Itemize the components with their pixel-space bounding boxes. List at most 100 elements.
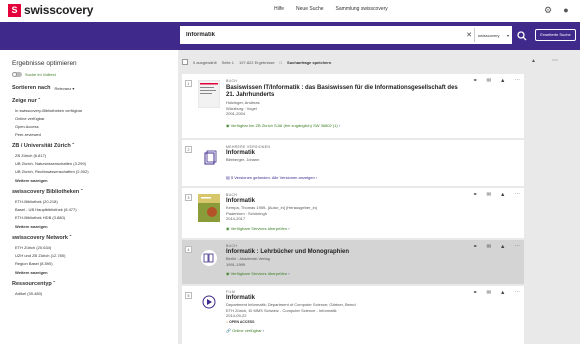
result-title[interactable]: Informatik bbox=[226, 198, 461, 205]
facet-heading-libraries[interactable]: swisscovery Bibliotheken ˆ bbox=[12, 189, 178, 195]
result-card[interactable]: 2 MEHRERE VERSIONEN Informatik Blieberge… bbox=[182, 140, 524, 186]
availability-link[interactable]: 🔗 Online verfügbar › bbox=[226, 328, 264, 333]
select-all-checkbox[interactable] bbox=[182, 59, 188, 65]
facet-item[interactable]: Online verfügbar bbox=[15, 115, 178, 123]
result-title[interactable]: Basiswissen IT/Informatik : das Basiswis… bbox=[226, 85, 461, 99]
link-icon[interactable]: ⚭ bbox=[473, 78, 478, 84]
result-type: FILM bbox=[226, 290, 236, 294]
facet-heading-resource-type[interactable]: Ressourcentyp ˆ bbox=[12, 281, 178, 287]
search-input[interactable] bbox=[180, 26, 464, 44]
result-title[interactable]: Informatik bbox=[226, 150, 461, 157]
email-icon[interactable]: ✉ bbox=[486, 290, 491, 296]
result-number[interactable]: 3 bbox=[185, 194, 192, 201]
more-options-icon[interactable]: ⋯ bbox=[515, 244, 521, 250]
link-icon[interactable]: ⚭ bbox=[473, 290, 478, 296]
facet-item[interactable]: ETH-Bibliothek (20.218) bbox=[15, 198, 178, 206]
result-card[interactable]: 3 BUCH Informatik Kempa, Thomas 1959- [A… bbox=[182, 188, 524, 238]
link-icon[interactable]: ⚭ bbox=[473, 192, 478, 198]
top-bar: S swisscovery Hilfe Neue Suche Sammlung … bbox=[0, 0, 580, 22]
book-cover-thumbnail bbox=[198, 80, 220, 108]
results-count: 197.822 Ergebnisse bbox=[239, 59, 275, 65]
collection-link[interactable]: Sammlung swisscovery bbox=[336, 6, 388, 12]
show-more-link[interactable]: Weitere anzeigen bbox=[15, 268, 178, 277]
facet-item[interactable]: UB Zürich, Naturwissenschaften (3.299) bbox=[15, 160, 178, 168]
open-access-badge: ○ OPEN ACCESS bbox=[226, 320, 254, 324]
result-year: 1991-1999 bbox=[226, 261, 246, 267]
user-icon[interactable]: ● bbox=[560, 4, 572, 16]
result-card[interactable]: 5 FILM Informatik Department Informatik;… bbox=[182, 286, 524, 344]
result-title[interactable]: Informatik bbox=[226, 295, 461, 302]
facet-item[interactable]: UB Zürich, Rechtswissenschaften (2.002) bbox=[15, 168, 178, 176]
result-card[interactable]: 1 BUCH Basiswissen IT/Informatik : das B… bbox=[182, 74, 524, 138]
facet-item[interactable]: ETH-Bibliothek HDB (3.880) bbox=[15, 214, 178, 222]
more-options-icon[interactable]: ⋯ bbox=[552, 57, 558, 64]
clear-icon[interactable]: ✕ bbox=[464, 31, 474, 39]
facet-item[interactable]: Region Basel (8.590) bbox=[15, 260, 178, 268]
chevron-right-icon: › bbox=[288, 226, 290, 231]
more-options-icon[interactable]: ⋯ bbox=[515, 78, 521, 84]
availability-link[interactable]: ◉ Verfügbare Services überprüfen › bbox=[226, 226, 290, 231]
result-number[interactable]: 2 bbox=[185, 146, 192, 153]
toggle-switch[interactable] bbox=[12, 72, 22, 77]
facet-item[interactable]: UZH und ZB Zürich (12.780) bbox=[15, 252, 178, 260]
link-icon[interactable]: ⚭ bbox=[473, 244, 478, 250]
facet-item[interactable]: ZB Zürich (6.817) bbox=[15, 152, 178, 160]
facet-item[interactable]: Basel - UB Hauptbibliothek (8.477) bbox=[15, 206, 178, 214]
search-button[interactable] bbox=[514, 26, 530, 44]
save-search-link[interactable]: Suchanfrage speichern bbox=[287, 60, 331, 65]
fulltext-toggle[interactable]: Suche im Volltext bbox=[12, 72, 178, 77]
pin-icon[interactable]: ▲ bbox=[500, 192, 505, 198]
pin-icon[interactable]: ▲ bbox=[531, 58, 536, 64]
sidebar-title: Ergebnisse optimieren bbox=[12, 60, 77, 67]
facet-heading-zb-uzh[interactable]: ZB / Universität Zürich ˆ bbox=[12, 143, 178, 149]
results-header: 0 ausgewählt Seite 1 197.822 Ergebnisse … bbox=[182, 56, 528, 68]
versions-link[interactable]: ▤ 5 Versionen gefunden. Alle Versionen a… bbox=[226, 175, 317, 180]
email-icon[interactable]: ✉ bbox=[486, 192, 491, 198]
availability-link[interactable]: ◉ Verfügbare Services überprüfen › bbox=[226, 271, 290, 276]
new-search-link[interactable]: Neue Suche bbox=[296, 6, 324, 12]
pin-icon[interactable]: ▲ bbox=[500, 244, 505, 250]
facet-item[interactable]: Artikel (39.480) bbox=[15, 290, 178, 298]
chevron-right-icon: › bbox=[338, 123, 341, 128]
result-number[interactable]: 5 bbox=[185, 292, 192, 299]
result-meta: Blieberger, Johann bbox=[226, 157, 466, 163]
facet-heading-network[interactable]: swisscovery Network ˆ bbox=[12, 235, 178, 241]
facet-item[interactable]: Open Access bbox=[15, 123, 178, 131]
facet-heading-label: Zeige nur bbox=[12, 98, 37, 104]
chevron-right-icon: › bbox=[315, 175, 318, 180]
result-meta: Holzinger, Andreas Würzburg : Vogel 2001… bbox=[226, 100, 466, 117]
advanced-search-button[interactable]: Erweiterte Suche bbox=[535, 29, 576, 41]
pin-icon[interactable]: ▲ bbox=[500, 78, 505, 84]
result-title[interactable]: Informatik : Lehrbücher und Monographien bbox=[226, 249, 461, 256]
logo[interactable]: S swisscovery bbox=[8, 3, 93, 17]
chevron-up-icon: ˆ bbox=[53, 281, 56, 287]
chevron-down-icon: ▾ bbox=[72, 85, 75, 91]
help-link[interactable]: Hilfe bbox=[274, 6, 284, 12]
sort-select[interactable]: Relevanz ▾ bbox=[55, 86, 75, 91]
facet-item[interactable]: ETH Zürich (20.634) bbox=[15, 244, 178, 252]
show-more-link[interactable]: Weitere anzeigen bbox=[15, 222, 178, 231]
facet-heading-show-only[interactable]: Zeige nur ˆ bbox=[12, 98, 178, 104]
more-options-icon[interactable]: ⋯ bbox=[515, 290, 521, 296]
availability-link[interactable]: ◉ Verfügbar bei ZB Zürich SJAI (frei zug… bbox=[226, 123, 340, 128]
result-type: MEHRERE VERSIONEN bbox=[226, 145, 271, 149]
logo-text: swisscovery bbox=[24, 3, 94, 17]
bell-icon[interactable]: □ bbox=[280, 60, 282, 65]
result-year: 2001-2004 bbox=[226, 111, 246, 116]
result-card[interactable]: 4 BUCH Informatik : Lehrbücher und Monog… bbox=[182, 240, 524, 284]
more-options-icon[interactable]: ⋯ bbox=[515, 192, 521, 198]
facet-item[interactable]: In swisscovery-Bibliotheken verfügbar bbox=[15, 107, 178, 115]
result-type: BUCH bbox=[226, 244, 238, 248]
result-number[interactable]: 1 bbox=[185, 80, 192, 87]
language-icon[interactable]: ⚙ bbox=[542, 4, 554, 16]
email-icon[interactable]: ✉ bbox=[486, 78, 491, 84]
result-year: 2014-2017 bbox=[226, 216, 246, 221]
pin-icon[interactable]: ▲ bbox=[500, 290, 505, 296]
scope-select[interactable]: swisscovery ▾ bbox=[474, 28, 512, 42]
scope-select-label: swisscovery bbox=[478, 32, 500, 38]
facet-item[interactable]: Peer-reviewed bbox=[15, 131, 178, 139]
facet-sidebar: Ergebnisse optimieren Suche im Volltext … bbox=[0, 50, 178, 344]
show-more-link[interactable]: Weitere anzeigen bbox=[15, 176, 178, 185]
email-icon[interactable]: ✉ bbox=[486, 244, 491, 250]
result-number[interactable]: 4 bbox=[185, 246, 192, 253]
